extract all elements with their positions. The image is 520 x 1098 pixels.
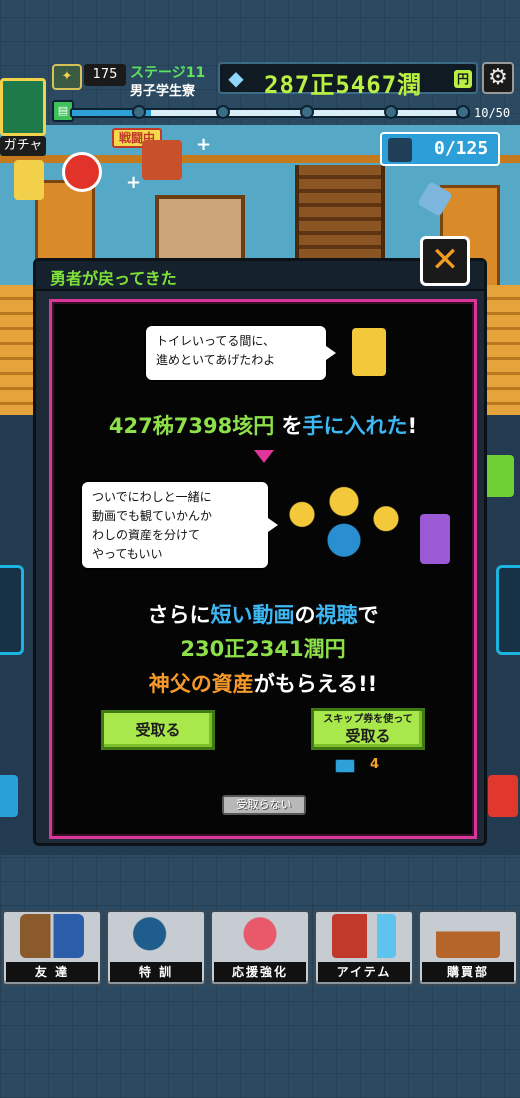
player-level: 175 [84, 64, 126, 86]
reward-message: 427秭7398垓円 を手に入れた! [52, 410, 474, 440]
nav-training[interactable]: 特 訓 [106, 900, 206, 988]
nav-shop[interactable]: 購買部 [418, 900, 518, 988]
hero-sprite [142, 140, 182, 180]
enemy-soldier-icon [388, 138, 412, 162]
nav-label: 購買部 [422, 962, 514, 982]
sparkle-icon: + [196, 134, 212, 155]
side-button-red[interactable] [488, 775, 518, 817]
priest-gold-illustration [274, 480, 414, 566]
down-arrow-icon [254, 450, 274, 463]
nav-label: 友 達 [6, 962, 98, 982]
side-panel-right[interactable] [496, 565, 520, 655]
side-panel-left[interactable] [0, 565, 24, 655]
enemy-counter[interactable]: 0/125 [380, 132, 500, 166]
speech-line: ついでにわしと一緒に [92, 490, 212, 504]
bunny-girl-sprite [420, 514, 450, 564]
nav-label: アイテム [318, 962, 410, 982]
enemy-counter-value: 0/125 [434, 138, 489, 159]
receive-button[interactable]: 受取る [101, 710, 215, 750]
speech-line: 動画でも観ていかんか [92, 509, 213, 523]
sparkle-icon: + [126, 172, 142, 193]
progress-node [132, 105, 146, 119]
skip-ticket-icon [335, 759, 355, 773]
training-icon [124, 914, 188, 958]
reward-suffix-highlight: 手に入れた [302, 414, 408, 438]
money-value: 287正5467潤 [264, 71, 423, 99]
dialog-title: 勇者が戻ってきた [50, 269, 177, 288]
bottom-navigation: 友 達 特 訓 応援強化 アイテム 購買部 [0, 900, 520, 990]
progress-node [384, 105, 398, 119]
priest-speech-bubble: ついでにわしと一緒に 動画でも観ていかんか わしの資産を分けて やってもいい [80, 480, 278, 570]
skip-button-line1: スキップ券を使って [323, 714, 413, 725]
offer-highlight: 視聴 [315, 603, 358, 627]
stage-name: ステージ11 [130, 65, 206, 81]
friends-icon [20, 914, 84, 958]
stage-progress-bar [70, 105, 470, 119]
shop-counter-icon [436, 914, 500, 958]
dorm-name: 男子学生寮 [130, 84, 196, 99]
wave-counter: 10/50 [474, 106, 511, 120]
money-stack-icon: ◆ [228, 66, 244, 90]
nav-support-boost[interactable]: 応援強化 [210, 900, 310, 988]
dialog-content: トイレいってる間に、 進めといてあげたわよ 427秭7398垓円 を手に入れた!… [49, 299, 477, 839]
reward-suffix-end: ! [407, 414, 418, 438]
gacha-house-icon [0, 78, 46, 136]
gacha-label: ガチャ [0, 136, 46, 156]
offer-text: さらに [147, 603, 211, 627]
speech-line: わしの資産を分けて [92, 528, 201, 542]
skip-button-line2: 受取る [345, 727, 391, 745]
progress-node [300, 105, 314, 119]
money-unit: 円 [454, 70, 472, 88]
dialog-title-bar: 勇者が戻ってきた [36, 261, 484, 291]
heroine-portrait [352, 328, 386, 376]
settings-gear-icon[interactable]: ⚙ [482, 62, 514, 94]
top-hud: ✦ 175 ステージ11 男子学生寮 ◆ 287正5467潤 円 ⚙ ▤ 10/… [0, 60, 520, 122]
offer-text: で [357, 603, 379, 627]
offer-text: がもらえる!! [253, 672, 378, 696]
skip-ticket-count: 4 [370, 757, 380, 772]
nav-label: 応援強化 [214, 962, 306, 982]
decline-button[interactable]: 受取らない [222, 795, 306, 815]
speech-line: トイレいってる間に、 [156, 334, 276, 348]
side-button-green[interactable] [484, 455, 514, 497]
nav-items[interactable]: アイテム [314, 900, 414, 988]
offer-line-1: さらに短い動画の視聴で [52, 599, 474, 629]
heroine-sprite [14, 160, 44, 200]
speech-line: やってもいい [92, 547, 163, 561]
speech-line: 進めといてあげたわよ [156, 353, 276, 367]
reward-suffix-text: を [281, 414, 303, 438]
game-screen: ✦ 175 ステージ11 男子学生寮 ◆ 287正5467潤 円 ⚙ ▤ 10/… [0, 0, 520, 1098]
cheerleader-icon [228, 914, 292, 958]
alert-bubble-icon [62, 152, 102, 192]
skip-ticket-receive-button[interactable]: スキップ券を使って 受取る [311, 708, 425, 750]
offer-text: の [294, 603, 316, 627]
progress-node [216, 105, 230, 119]
nav-friends[interactable]: 友 達 [2, 900, 102, 988]
offer-orange-text: 神父の資産 [148, 672, 254, 696]
rank-wing-icon: ✦ [52, 64, 82, 90]
heroine-speech-bubble: トイレいってる間に、 進めといてあげたわよ [144, 324, 336, 382]
side-button-blue[interactable] [0, 775, 18, 817]
money-display: ◆ 287正5467潤 円 [218, 62, 478, 99]
offer-line-3: 神父の資産がもらえる!! [52, 668, 474, 698]
reward-suffix: を手に入れた! [282, 414, 418, 438]
reward-amount: 427秭7398垓円 [108, 414, 275, 438]
close-icon[interactable]: ✕ [420, 236, 470, 286]
offer-highlight: 短い動画 [210, 603, 295, 627]
progress-node [456, 105, 470, 119]
offer-amount: 230正2341潤円 [180, 637, 346, 661]
hero-returned-dialog: 勇者が戻ってきた トイレいってる間に、 進めといてあげたわよ 427秭7398垓… [33, 258, 487, 846]
nav-label: 特 訓 [110, 962, 202, 982]
items-icon [332, 914, 396, 958]
